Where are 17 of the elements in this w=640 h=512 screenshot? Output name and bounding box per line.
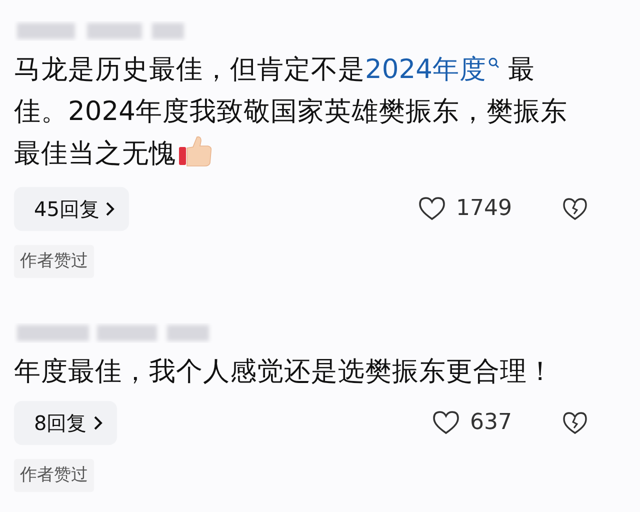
replies-button[interactable]: 8回复 [14,400,117,445]
comment-text: 年度最佳，我个人感觉还是选樊振东更合理！ [14,354,555,389]
author-liked-tag: 作者赞过 [14,458,94,492]
thumbs-up-icon [178,134,212,168]
search-icon [488,56,500,68]
like-count: 1749 [456,195,512,224]
replies-button[interactable]: 45回复 [14,186,130,231]
comment-text: 马龙是历史最佳，但肯定不是2024年度 最佳。2024年度我致敬国家英雄樊振东，樊振东最佳当之无愧 [14,52,568,171]
heart-icon [418,196,446,222]
author-liked-tag: 作者赞过 [14,244,94,278]
chevron-icon [92,414,103,431]
like-count: 637 [470,409,512,438]
search-link[interactable]: 2024年度 [365,54,500,85]
chevron-icon [105,200,116,217]
heart-icon [432,410,460,436]
broken-heart-icon [562,196,588,221]
broken-heart-icon [562,410,588,435]
